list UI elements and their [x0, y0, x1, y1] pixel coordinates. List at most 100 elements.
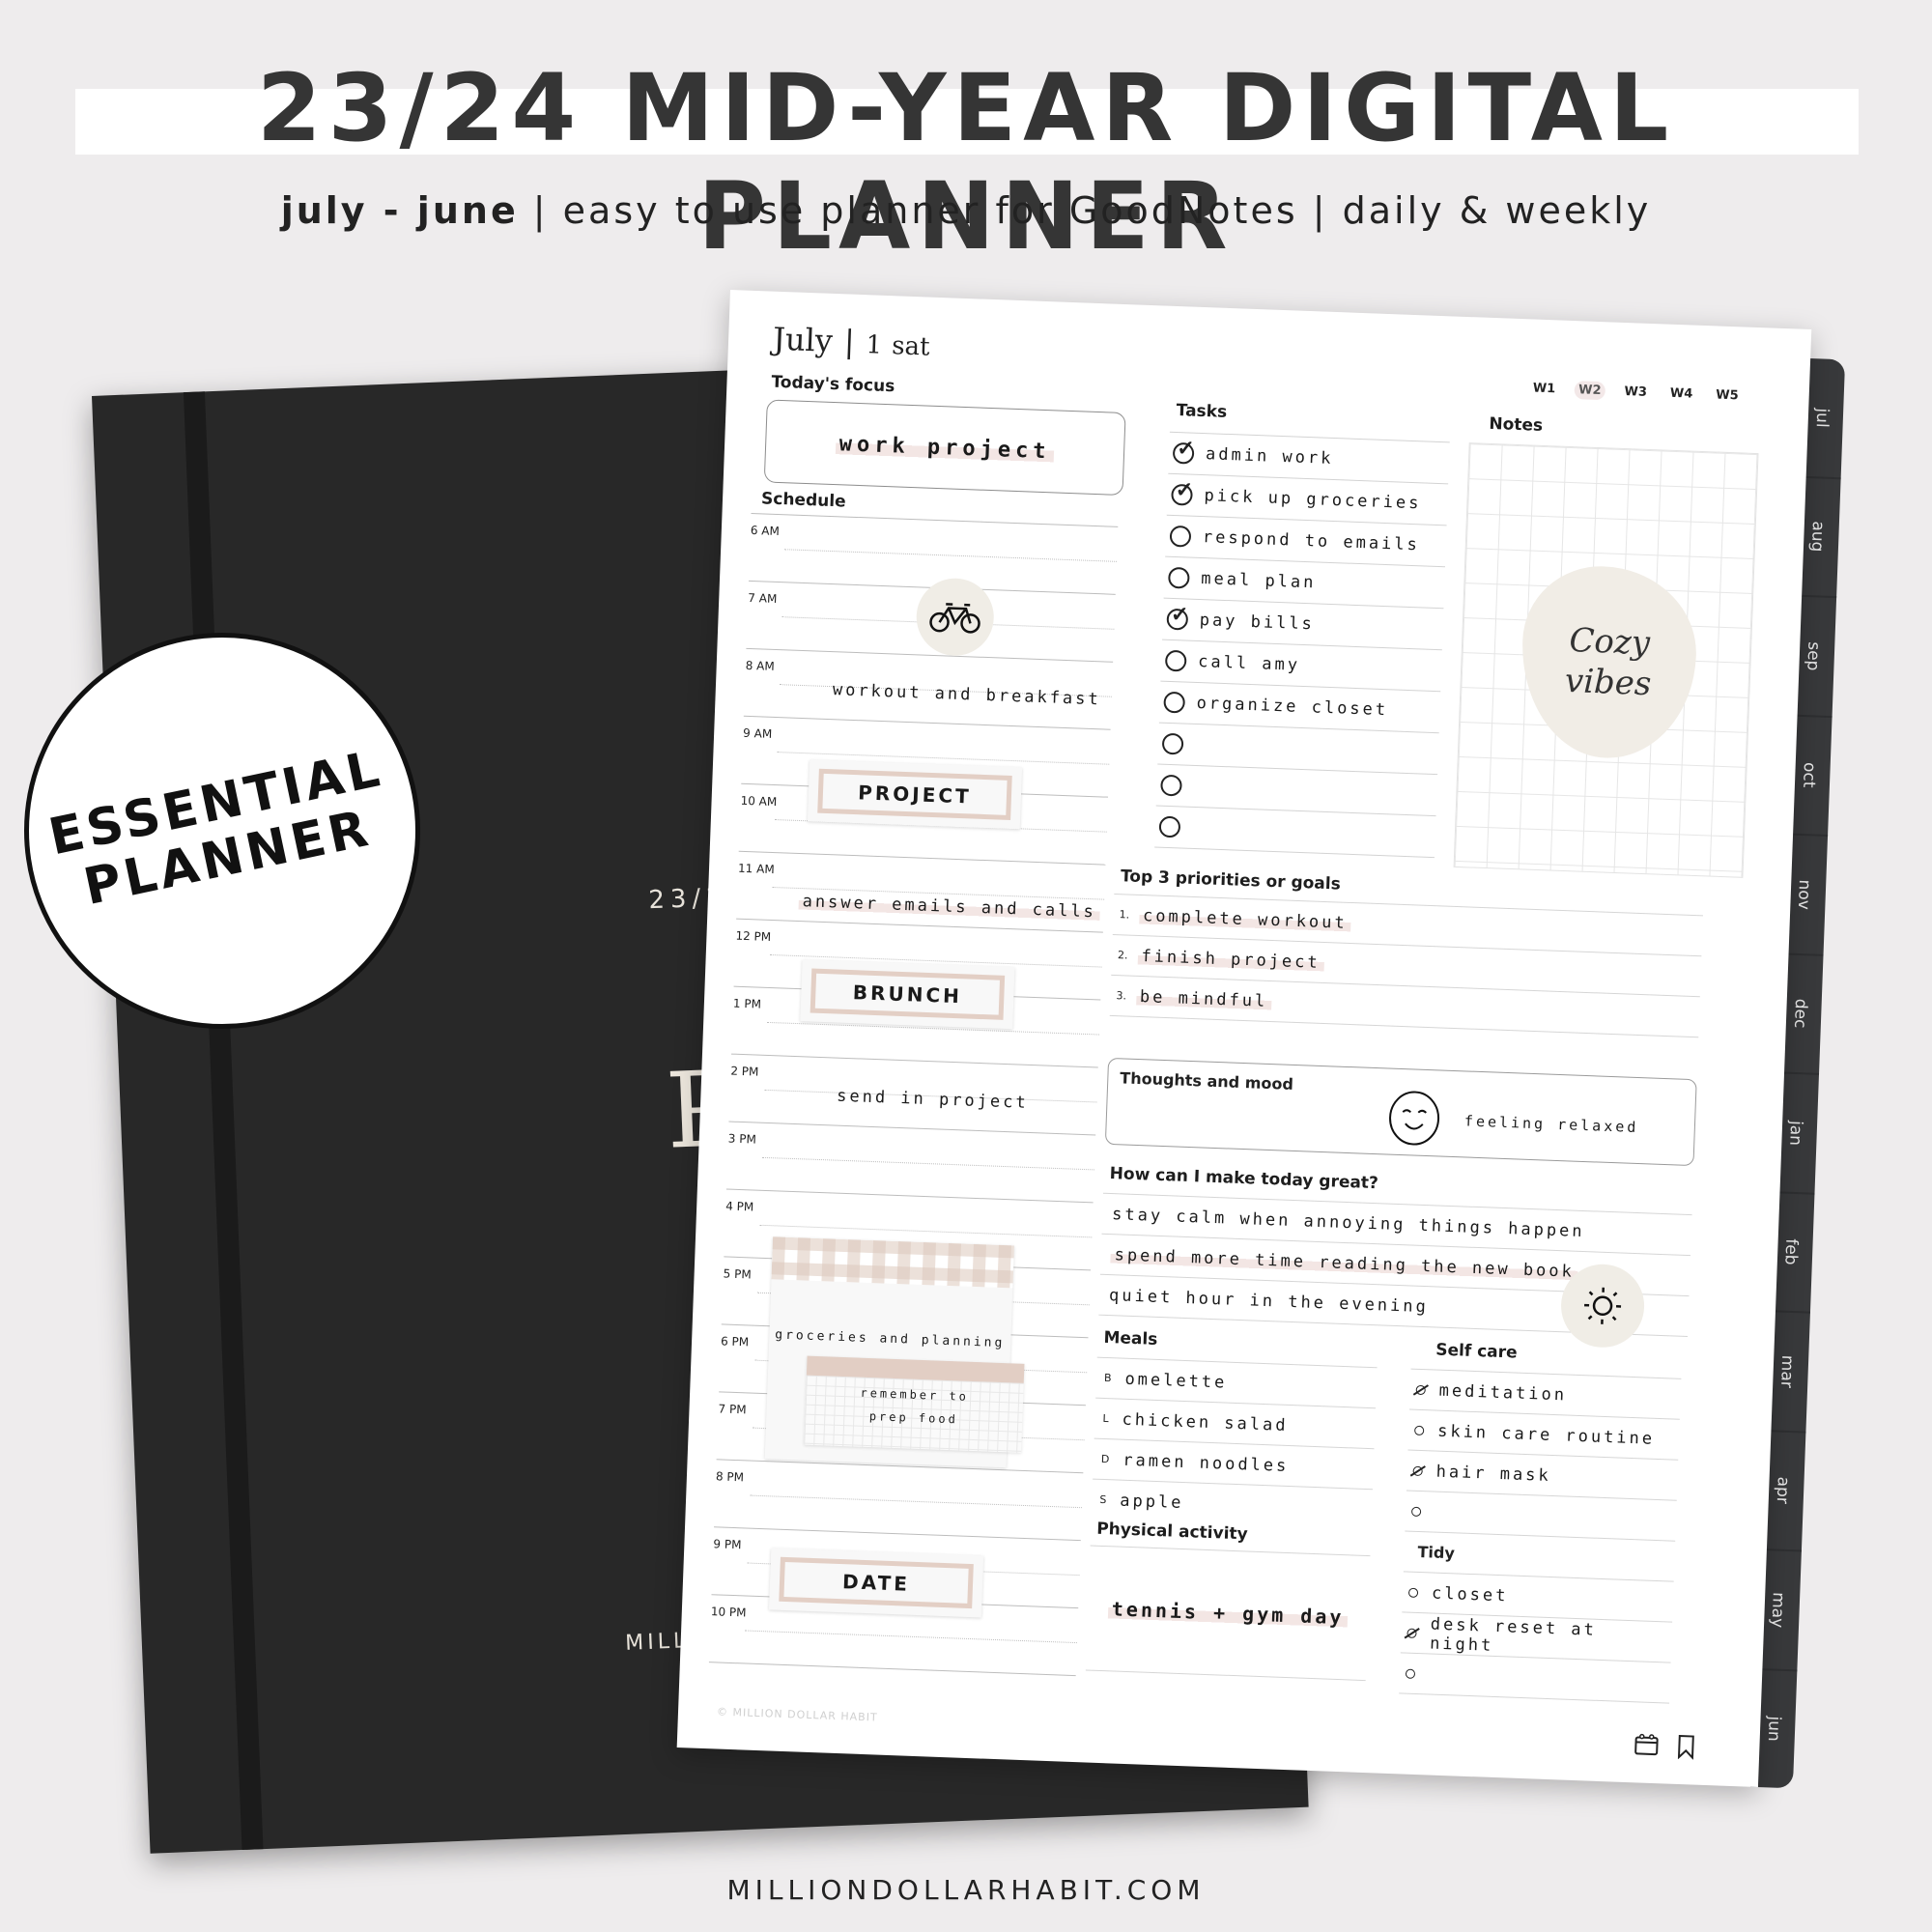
month-tab-label: jan: [1785, 1120, 1806, 1147]
date-sticker[interactable]: DATE: [768, 1548, 984, 1618]
brunch-sticker[interactable]: BRUNCH: [800, 959, 1015, 1030]
meal-text: ramen noodles: [1122, 1450, 1290, 1476]
empty-dot-checkbox[interactable]: [1405, 1668, 1416, 1679]
great-label: How can I make today great?: [1109, 1164, 1379, 1194]
focus-field[interactable]: work project: [763, 399, 1126, 497]
meal-text: omelette: [1124, 1369, 1228, 1393]
hour-label: 6 PM: [720, 1334, 750, 1350]
calendar-icon[interactable]: [1634, 1732, 1660, 1756]
tasks-label: Tasks: [1176, 401, 1228, 422]
hour-label: 1 PM: [732, 996, 762, 1011]
priority-number: 1.: [1119, 908, 1130, 922]
week-link-w2[interactable]: W2: [1574, 381, 1605, 401]
meal-text: apple: [1119, 1491, 1184, 1513]
crossed-dot-icon[interactable]: [1415, 1384, 1426, 1395]
bicycle-icon: [929, 603, 980, 634]
empty-dot-checkbox[interactable]: [1414, 1425, 1425, 1435]
checklist-text: skin care routine: [1436, 1421, 1656, 1449]
empty-dot-checkbox[interactable]: [1407, 1587, 1419, 1598]
planner-page-wrapper: jul aug sep oct nov dec jan feb mar apr may jun Jul…: [676, 290, 1846, 1789]
sticker-line1: Cozy: [1568, 621, 1651, 664]
hour-label: 4 PM: [724, 1199, 754, 1214]
physical-activity-field[interactable]: tennis + gym day: [1085, 1545, 1371, 1682]
hour-label: 9 PM: [713, 1537, 742, 1552]
empty-circle-checkbox[interactable]: [1160, 774, 1182, 797]
week-link-w4[interactable]: W4: [1666, 384, 1697, 404]
empty-circle-checkbox[interactable]: [1158, 815, 1181, 838]
subtitle-months: july - june: [280, 189, 519, 232]
groceries-note-text: groceries and planning: [775, 1327, 1006, 1351]
checked-circle-icon[interactable]: [1171, 483, 1193, 506]
task-text: pick up groceries: [1204, 486, 1422, 514]
hour-label: 12 PM: [735, 928, 772, 944]
date-separator: |: [843, 323, 856, 360]
sticker-line2: vibes: [1564, 661, 1653, 704]
month-tab-label: oct: [1798, 761, 1819, 789]
priority-number: 3.: [1116, 989, 1127, 1003]
month-tab-label: aug: [1806, 521, 1828, 554]
checked-circle-icon[interactable]: [1166, 608, 1189, 631]
month-tab-label: apr: [1772, 1476, 1793, 1505]
page-footer-icons: [1634, 1732, 1696, 1760]
task-text: call amy: [1197, 652, 1301, 675]
empty-circle-checkbox[interactable]: [1163, 691, 1186, 714]
week-link-w3[interactable]: W3: [1620, 383, 1651, 402]
month-tab-label: feb: [1780, 1238, 1802, 1266]
notes-grid-area[interactable]: Cozy vibes: [1453, 442, 1759, 878]
subtitle-description: | easy to use planner for GoodNotes | da…: [518, 189, 1652, 232]
sun-icon: [1584, 1287, 1622, 1324]
date-sticker-label: DATE: [779, 1556, 974, 1609]
cover-elastic-strap: [183, 391, 264, 1850]
great-text: quiet hour in the evening: [1108, 1285, 1430, 1317]
hour-label: 3 PM: [727, 1131, 757, 1147]
crossed-dot-icon[interactable]: [1406, 1628, 1417, 1638]
day-number: 1: [865, 330, 883, 360]
brunch-sticker-label: BRUNCH: [810, 968, 1006, 1020]
mood-value: feeling relaxed: [1463, 1112, 1639, 1137]
empty-circle-checkbox[interactable]: [1167, 566, 1190, 589]
hour-label: 2 PM: [730, 1064, 759, 1079]
task-text: organize closet: [1196, 693, 1389, 721]
meal-key: L: [1102, 1411, 1109, 1426]
task-text: meal plan: [1201, 569, 1317, 593]
hour-label: 8 AM: [745, 658, 776, 673]
task-list: admin work pick up groceries respond to em…: [1152, 431, 1450, 899]
project-sticker[interactable]: PROJECT: [807, 759, 1023, 830]
month-tab-label: nov: [1794, 878, 1815, 910]
week-link-w1[interactable]: W1: [1528, 379, 1559, 398]
week-links: W1 W2 W3 W4 W5: [1528, 379, 1743, 405]
month-tab-label: dec: [1789, 998, 1810, 1029]
empty-dot-checkbox[interactable]: [1410, 1506, 1422, 1517]
priority-text: be mindful: [1135, 986, 1272, 1011]
bookmark-icon[interactable]: [1676, 1734, 1696, 1760]
empty-circle-checkbox[interactable]: [1164, 649, 1187, 672]
selfcare-label: Self care: [1435, 1340, 1518, 1363]
main-title: 23/24 MID-YEAR DIGITAL PLANNER: [256, 54, 1676, 270]
half-hour-divider: [784, 549, 1117, 562]
hour-label: 7 PM: [718, 1402, 747, 1417]
checklist-text: hair mask: [1435, 1462, 1552, 1486]
month-name: July: [772, 320, 834, 359]
reminder-note-card[interactable]: remember to prep food: [804, 1355, 1025, 1453]
priority-number: 2.: [1117, 949, 1128, 962]
crossed-dot-icon[interactable]: [1412, 1465, 1423, 1476]
checked-circle-icon[interactable]: [1172, 441, 1195, 465]
meals-list: Bomelette Lchicken salad Dramen noodles Sap…: [1091, 1356, 1378, 1530]
half-hour-divider: [762, 1156, 1094, 1171]
essential-planner-badge: ESSENTIAL PLANNER: [24, 633, 420, 1029]
month-tab-label: jun: [1763, 1716, 1784, 1743]
subtitle: july - june | easy to use planner for Go…: [0, 189, 1932, 232]
hour-label: 10 PM: [710, 1605, 747, 1620]
week-link-w5[interactable]: W5: [1712, 385, 1743, 405]
meal-key: S: [1099, 1492, 1107, 1507]
project-sticker-label: PROJECT: [817, 768, 1012, 820]
hour-label: 11 AM: [737, 861, 775, 877]
website-url[interactable]: MILLIONDOLLARHABIT.COM: [0, 1874, 1932, 1906]
schedule-label: Schedule: [760, 489, 846, 512]
month-tab-label: sep: [1803, 640, 1824, 671]
hour-label: 9 AM: [742, 725, 773, 741]
meal-key: D: [1100, 1452, 1110, 1466]
month-tab-label: mar: [1776, 1354, 1798, 1388]
empty-circle-checkbox[interactable]: [1161, 732, 1184, 755]
empty-circle-checkbox[interactable]: [1169, 525, 1192, 548]
